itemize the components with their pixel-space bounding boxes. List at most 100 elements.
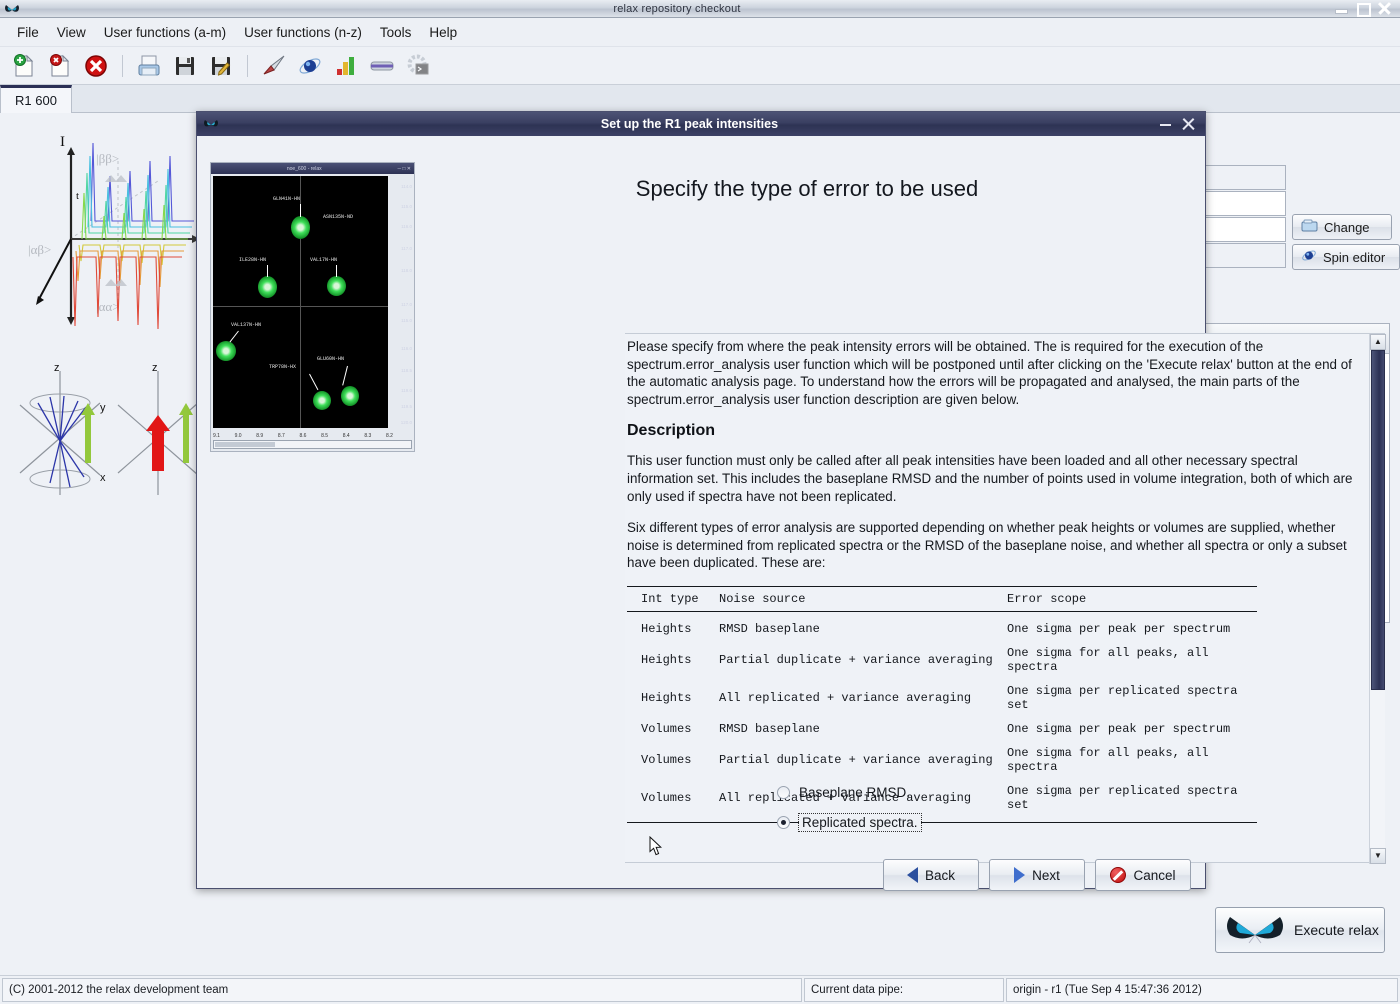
column-header-noise-source: Noise source xyxy=(719,591,806,606)
field-row-4[interactable] xyxy=(1200,243,1286,268)
change-button[interactable]: Change xyxy=(1292,214,1392,240)
cell-error-scope: One sigma per peak per spectrum xyxy=(1007,621,1231,636)
cell-noise-source: Partial duplicate + variance averaging xyxy=(719,752,993,767)
statusbar: (C) 2001-2012 the relax development team… xyxy=(0,975,1400,1004)
spin-viewer-icon[interactable] xyxy=(296,52,324,80)
menu-file[interactable]: File xyxy=(8,21,48,44)
peak-leader-line xyxy=(229,330,239,343)
cell-noise-source: All replicated + variance averaging xyxy=(719,690,972,705)
svg-text:x: x xyxy=(100,472,106,484)
cell-int-type: Heights xyxy=(641,690,692,705)
cell-int-type: Heights xyxy=(641,652,692,667)
mouse-cursor xyxy=(649,835,663,856)
x-tick: 8.9 xyxy=(256,433,264,439)
peak-marker xyxy=(313,391,331,410)
peak-leader-line xyxy=(300,204,301,217)
x-tick: 8.5 xyxy=(321,433,329,439)
cell-error-scope: One sigma for all peaks, all spectra xyxy=(1007,645,1209,674)
cell-int-type: Volumes xyxy=(641,790,692,805)
svg-text:|αβ>: |αβ> xyxy=(28,242,51,257)
execute-relax-button[interactable]: Execute relax xyxy=(1215,907,1385,953)
cancel-button-label: Cancel xyxy=(1133,867,1176,883)
tab-r1-600[interactable]: R1 600 xyxy=(0,85,72,113)
spectrum-y-ticks: 114.0 115.0 116.0 117.0 118.0 117.0 115.… xyxy=(400,184,412,425)
close-analysis-icon[interactable] xyxy=(46,52,74,80)
change-button-label: Change xyxy=(1324,219,1370,235)
field-row-2[interactable] xyxy=(1200,191,1286,216)
menu-help[interactable]: Help xyxy=(420,21,466,44)
help-description-heading: Description xyxy=(627,422,716,440)
next-button-label: Next xyxy=(1032,867,1060,883)
peak-label: GLU60N-HN xyxy=(317,356,345,362)
peak-leader-line xyxy=(267,265,268,277)
spin-editor-button[interactable]: Spin editor xyxy=(1292,244,1400,270)
spectrum-hscrollbar[interactable] xyxy=(213,440,412,449)
help-vertical-scrollbar[interactable]: ▲ ▼ xyxy=(1369,334,1386,864)
x-tick: 8.4 xyxy=(342,433,350,439)
peak-label: TRP78N-HX xyxy=(269,364,297,370)
open-state-icon[interactable] xyxy=(135,52,163,80)
dialog-minimize-icon[interactable] xyxy=(1160,119,1171,130)
peak-label: VAL137N-HN xyxy=(231,322,262,328)
svg-text:I: I xyxy=(60,134,65,150)
column-header-int-type: Int type xyxy=(641,591,699,606)
pipe-editor-icon[interactable] xyxy=(368,52,396,80)
peak-leader-line xyxy=(309,373,319,391)
spectrum-thumbnail: noe_600 - relax ─ □ ✕ GLN41N-HN ASN135N-… xyxy=(210,162,415,452)
peak-marker xyxy=(216,341,236,361)
field-row-3[interactable] xyxy=(1200,217,1286,242)
cell-error-scope: One sigma for all peaks, all spectra xyxy=(1007,745,1209,774)
x-tick: 8.2 xyxy=(386,433,393,439)
table-row: Heights RMSD baseplane One sigma per pea… xyxy=(627,611,1257,641)
spectrum-x-ticks: 9.1 9.0 8.9 8.7 8.6 8.5 8.4 8.3 8.2 xyxy=(213,433,393,439)
save-state-icon[interactable] xyxy=(171,52,199,80)
menu-user-functions-am[interactable]: User functions (a-m) xyxy=(95,21,235,44)
minimize-icon[interactable] xyxy=(1334,2,1348,15)
radio-replicated-spectra-indicator[interactable] xyxy=(777,816,790,829)
dialog-title: Set up the R1 peak intensities xyxy=(600,117,779,131)
back-button[interactable]: Back xyxy=(883,859,979,891)
save-state-as-icon[interactable] xyxy=(207,52,235,80)
window-controls xyxy=(1334,2,1400,17)
maximize-icon[interactable] xyxy=(1356,2,1371,17)
cancel-button[interactable]: Cancel xyxy=(1095,859,1191,891)
menu-user-functions-nz[interactable]: User functions (n-z) xyxy=(235,21,371,44)
radio-baseplane-rmsd-label: Baseplane RMSD. xyxy=(799,785,911,800)
close-all-analyses-icon[interactable] xyxy=(82,52,110,80)
cell-noise-source: Partial duplicate + variance averaging xyxy=(719,652,993,667)
plot-horizontal-divider xyxy=(213,306,388,307)
field-row-1[interactable] xyxy=(1200,165,1286,190)
peak-leader-line xyxy=(336,265,337,277)
x-tick: 8.3 xyxy=(364,433,372,439)
back-button-label: Back xyxy=(924,867,955,883)
peak-label: ASN135N-ND xyxy=(323,214,354,220)
page-title: Specify the type of error to be used xyxy=(635,176,979,201)
menu-tools[interactable]: Tools xyxy=(371,21,421,44)
scrollbar-thumb[interactable] xyxy=(1371,350,1385,690)
dialog-close-icon[interactable] xyxy=(1182,118,1195,131)
folder-icon xyxy=(1301,219,1318,236)
svg-text:z: z xyxy=(54,363,60,374)
butterfly-icon xyxy=(1224,911,1286,950)
spectrum-thumbnail-title: noe_600 - relax xyxy=(286,165,322,172)
cell-int-type: Heights xyxy=(641,621,692,636)
radio-baseplane-rmsd-indicator[interactable] xyxy=(777,786,790,799)
scroll-up-icon[interactable]: ▲ xyxy=(1370,334,1386,350)
close-icon[interactable] xyxy=(1378,2,1391,15)
svg-text:z: z xyxy=(152,363,158,374)
run-script-icon[interactable] xyxy=(260,52,288,80)
radio-option-replicated-spectra[interactable]: Replicated spectra. xyxy=(777,813,1077,832)
results-viewer-icon[interactable] xyxy=(332,52,360,80)
execute-relax-label: Execute relax xyxy=(1294,922,1379,938)
spin-viewer-icon xyxy=(1301,248,1317,266)
prompt-icon[interactable] xyxy=(404,52,432,80)
new-analysis-icon[interactable] xyxy=(10,52,38,80)
radio-option-baseplane-rmsd[interactable]: Baseplane RMSD. xyxy=(777,785,1077,800)
error-type-radio-group: Baseplane RMSD. Replicated spectra. xyxy=(777,785,1077,845)
peak-label: ILE28N-HN xyxy=(239,257,267,263)
scroll-down-icon[interactable]: ▼ xyxy=(1370,848,1386,864)
spectrum-thumbnail-titlebar: noe_600 - relax ─ □ ✕ xyxy=(211,163,414,174)
x-tick: 9.0 xyxy=(234,433,242,439)
menu-view[interactable]: View xyxy=(48,21,95,44)
next-button[interactable]: Next xyxy=(989,859,1085,891)
